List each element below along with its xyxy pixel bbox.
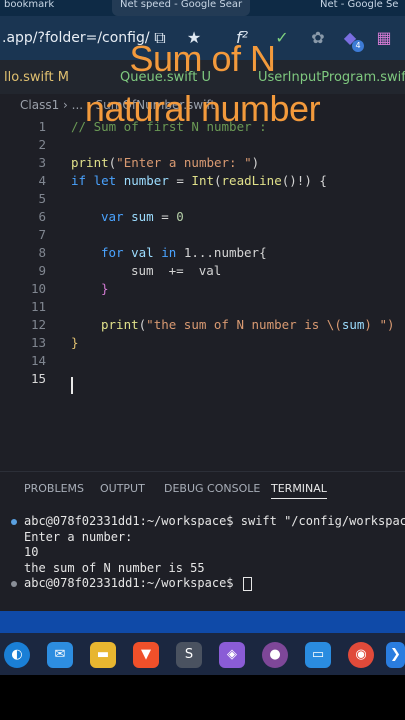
webcam-icon[interactable]	[220, 642, 246, 668]
code-line: 4 if let number = Int(readLine()!) {	[0, 172, 405, 190]
line-number: 4	[38, 173, 46, 188]
code-line: 9 sum += val	[0, 262, 405, 280]
browser-tab-strip: bookmark Net speed - Google Sear Net - G…	[0, 0, 405, 16]
code-text: print("the sum of N number is \(sum) ")	[101, 317, 395, 332]
line-number: 11	[30, 299, 46, 314]
screen-bezel	[0, 675, 405, 720]
command-status-dot	[11, 581, 17, 587]
line-number: 8	[38, 245, 46, 260]
code-text: print("Enter a number: ")	[71, 155, 260, 170]
code-line: 5	[0, 190, 405, 208]
terminal-line: 10	[24, 545, 39, 559]
status-bar	[0, 611, 405, 633]
line-number: 9	[38, 263, 46, 278]
code-line: 8 for val in 1...number{	[0, 244, 405, 262]
terminal[interactable]: abc@078f02331dd1:~/workspace$ swift "/co…	[0, 514, 405, 592]
line-number: 13	[30, 335, 46, 350]
code-line: 13 }	[0, 334, 405, 352]
browser-tab-netspeed[interactable]: Net speed - Google Sear	[112, 0, 251, 16]
line-number: 5	[38, 191, 46, 206]
text-cursor	[71, 377, 73, 394]
sublime-icon[interactable]: S	[176, 642, 202, 668]
terminal-prompt-line: abc@078f02331dd1:~/workspace$	[0, 576, 405, 592]
file-explorer-icon[interactable]: ▬	[90, 642, 116, 668]
code-line: 6 var sum = 0	[0, 208, 405, 226]
brave-icon[interactable]: ▼	[133, 642, 159, 668]
mail-icon[interactable]: ✉	[47, 642, 73, 668]
browser-tab-bookmark[interactable]: bookmark	[4, 0, 54, 16]
code-text: sum += val	[131, 263, 222, 278]
line-number: 10	[30, 281, 46, 296]
code-text: }	[71, 335, 79, 350]
tab-terminal[interactable]: TERMINAL	[271, 482, 327, 499]
command-status-dot	[11, 519, 17, 525]
edge-icon[interactable]: ◐	[4, 642, 30, 668]
line-number: 14	[30, 353, 46, 368]
code-line: 14	[0, 352, 405, 370]
terminal-line: the sum of N number is 55	[24, 560, 205, 575]
code-text: if let number = Int(readLine()!) {	[71, 173, 327, 188]
code-line: 7	[0, 226, 405, 244]
tab-problems[interactable]: PROBLEMS	[24, 482, 84, 495]
chrome-icon[interactable]: ◉	[348, 642, 374, 668]
browser-tab-net[interactable]: Net - Google Se	[320, 0, 398, 16]
code-line: 10 }	[0, 280, 405, 298]
code-editor[interactable]: 1 // Sum of first N number : 2 3 print("…	[0, 116, 405, 471]
line-number: 2	[38, 137, 46, 152]
tab-output[interactable]: OUTPUT	[100, 482, 145, 495]
terminal-cursor	[242, 576, 252, 591]
tab-debug-console[interactable]: DEBUG CONSOLE	[164, 482, 260, 495]
monitor-icon[interactable]: ▭	[305, 642, 331, 668]
terminal-line: Enter a number:	[24, 529, 133, 544]
code-text: }	[101, 281, 109, 296]
vscode-icon[interactable]: ❯	[386, 642, 405, 668]
code-line: 12 print("the sum of N number is \(sum) …	[0, 316, 405, 334]
code-text: for val in 1...number{	[101, 245, 267, 260]
terminal-line: abc@078f02331dd1:~/workspace$ swift "/co…	[0, 514, 405, 530]
line-number: 6	[38, 209, 46, 224]
overlay-title-line1: Sum of N	[129, 38, 276, 79]
line-number: 3	[38, 155, 46, 170]
overlay-title-line2: natural number	[84, 88, 321, 129]
taskbar: ◐ ✉ ▬ ▼ S ◈ ● ▭ ◉ ❯	[0, 633, 405, 675]
code-text: var sum = 0	[101, 209, 184, 224]
line-number: 12	[30, 317, 46, 332]
code-line: 3 print("Enter a number: ")	[0, 154, 405, 172]
code-line: 15	[0, 370, 405, 388]
tor-icon[interactable]: ●	[262, 642, 288, 668]
line-number: 15	[30, 371, 46, 386]
code-line: 2	[0, 136, 405, 154]
bottom-panel: PROBLEMS OUTPUT DEBUG CONSOLE TERMINAL a…	[0, 471, 405, 612]
line-number: 7	[38, 227, 46, 242]
code-line: 11	[0, 298, 405, 316]
